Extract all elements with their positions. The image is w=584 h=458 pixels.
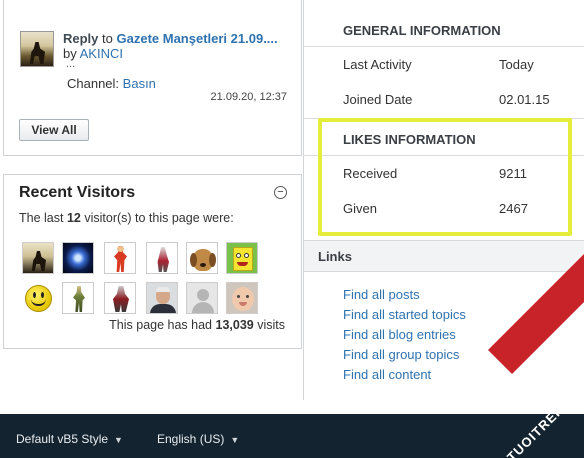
visitor-avatar-sponge[interactable] bbox=[226, 242, 258, 274]
activity-card: Reply to Gazete Manşetleri 21.09.... by … bbox=[3, 0, 302, 156]
reply-heading: Reply to Gazete Manşetleri 21.09.... bbox=[63, 31, 293, 46]
visits-suffix: visits bbox=[257, 318, 285, 332]
page-visits: This page has had 13,039 visits bbox=[109, 318, 285, 332]
find-all-blog-entries-link[interactable]: Find all blog entries bbox=[343, 327, 456, 342]
joined-date-value: 02.01.15 bbox=[499, 92, 550, 107]
summary-suffix: visitor(s) to this page were: bbox=[84, 211, 234, 225]
chevron-down-icon: ▼ bbox=[230, 435, 240, 445]
style-selector[interactable]: Default vB5 Style ▼ bbox=[16, 432, 123, 446]
visitor-avatar-soldier[interactable] bbox=[62, 282, 94, 314]
recent-visitors-summary: The last 12 visitor(s) to this page were… bbox=[19, 211, 234, 225]
visitor-avatar-assassin[interactable] bbox=[146, 242, 178, 274]
visitor-avatar-man[interactable] bbox=[146, 282, 178, 314]
visitor-avatar-smiley[interactable] bbox=[22, 282, 54, 314]
general-info-heading: GENERAL INFORMATION bbox=[343, 23, 501, 38]
find-all-started-topics-link[interactable]: Find all started topics bbox=[343, 307, 466, 322]
author-avatar[interactable] bbox=[20, 31, 54, 67]
joined-date-label: Joined Date bbox=[343, 92, 413, 107]
reply-prefix: Reply bbox=[63, 31, 99, 46]
summary-prefix: The last bbox=[19, 211, 64, 225]
language-selector[interactable]: English (US) ▼ bbox=[157, 432, 239, 446]
footer: Default vB5 Style ▼ English (US) ▼ bbox=[0, 414, 584, 458]
highlight-box bbox=[318, 118, 572, 236]
links-header: Links bbox=[304, 240, 584, 272]
reply-to-word: to bbox=[102, 31, 113, 46]
channel-label: Channel: bbox=[67, 76, 120, 91]
visits-count: 13,039 bbox=[215, 318, 254, 332]
author-link[interactable]: AKINCI bbox=[80, 46, 123, 61]
reply-channel-line: Channel: Basın bbox=[67, 76, 156, 91]
find-all-posts-link[interactable]: Find all posts bbox=[343, 287, 420, 302]
find-all-content-link[interactable]: Find all content bbox=[343, 367, 431, 382]
last-activity-label: Last Activity bbox=[343, 57, 412, 72]
visitor-avatar-warrior[interactable] bbox=[104, 282, 136, 314]
last-activity-value: Today bbox=[499, 57, 534, 72]
language-selector-label: English (US) bbox=[157, 432, 225, 446]
visitor-avatar-dog[interactable] bbox=[186, 242, 218, 274]
reply-excerpt: ... bbox=[66, 58, 76, 70]
visitor-avatar-default[interactable] bbox=[186, 282, 218, 314]
visitor-avatar-fighter[interactable] bbox=[104, 242, 136, 274]
divider bbox=[304, 46, 584, 47]
chevron-down-icon: ▼ bbox=[114, 435, 123, 445]
visitor-count: 12 bbox=[66, 211, 81, 225]
topic-link[interactable]: Gazete Manşetleri 21.09.... bbox=[117, 31, 278, 46]
view-all-button[interactable]: View All bbox=[19, 119, 89, 141]
recent-visitors-title: Recent Visitors bbox=[19, 184, 136, 201]
find-all-group-topics-link[interactable]: Find all group topics bbox=[343, 347, 459, 362]
style-selector-label: Default vB5 Style bbox=[16, 432, 109, 446]
collapse-icon[interactable]: − bbox=[274, 186, 287, 199]
visits-prefix: This page has had bbox=[109, 318, 213, 332]
visitor-avatar-rider[interactable] bbox=[22, 242, 54, 274]
visitor-avatar-blue-orb[interactable] bbox=[62, 242, 94, 274]
channel-link[interactable]: Basın bbox=[123, 76, 156, 91]
visitor-avatar-baby[interactable] bbox=[226, 282, 258, 314]
reply-date: 21.09.20, 12:37 bbox=[210, 91, 287, 103]
links-title: Links bbox=[318, 249, 352, 264]
recent-visitors-card: Recent Visitors − The last 12 visitor(s)… bbox=[3, 174, 302, 349]
